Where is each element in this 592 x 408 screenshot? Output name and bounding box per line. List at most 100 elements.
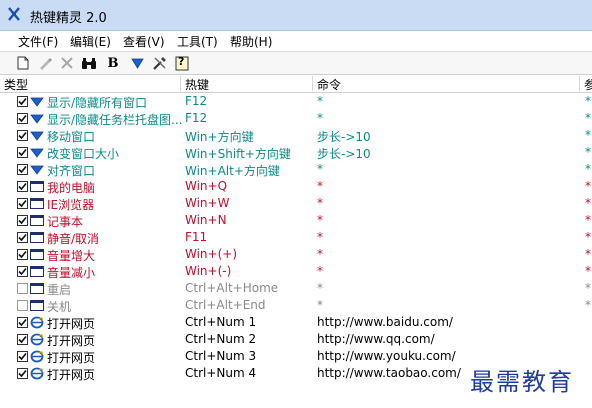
watermark-text: 最需教育 xyxy=(470,368,574,396)
list-item[interactable]: 打开网页 Ctrl+Num 2 http://www.qq.com/ xyxy=(0,331,592,348)
edit-icon xyxy=(40,58,52,70)
list-item[interactable]: 静音/取消 F11 * * xyxy=(0,229,592,246)
list-item[interactable]: 显示/隐藏所有窗口 F12 * * xyxy=(0,93,592,110)
column-header-command[interactable]: 命令 xyxy=(313,76,580,92)
checkmark-icon xyxy=(18,216,27,225)
list-item[interactable]: 记事本 Win+N * * xyxy=(0,212,592,229)
menu-help[interactable]: 帮助(H) xyxy=(228,33,274,50)
checkbox-unchecked[interactable] xyxy=(17,283,28,294)
column-header-extra[interactable]: 参 xyxy=(580,76,592,92)
tools-button[interactable] xyxy=(150,54,168,72)
window-icon xyxy=(30,248,44,261)
list-item-hotkey: Win+方向键 xyxy=(185,130,254,144)
checkbox-checked[interactable] xyxy=(17,181,28,192)
list-item-extra: * xyxy=(585,179,591,193)
checkmark-icon xyxy=(18,250,27,259)
window-icon xyxy=(30,265,44,278)
list-item-extra: * xyxy=(585,162,591,176)
title-bar: 热键精灵 2.0 xyxy=(0,0,592,31)
list-item-name: 静音/取消 xyxy=(47,232,100,246)
list-item-command: * xyxy=(317,179,323,193)
menu-view[interactable]: 查看(V) xyxy=(121,33,167,50)
list-item[interactable]: 我的电脑 Win+Q * * xyxy=(0,178,592,195)
list-item-name: 音量增大 xyxy=(47,249,96,263)
list-item-extra: * xyxy=(585,94,591,108)
blue-down-arrow-icon xyxy=(30,112,44,125)
list-item-hotkey: F12 xyxy=(185,111,208,125)
list-item-hotkey: Win+Shift+方向键 xyxy=(185,147,291,161)
edit-button[interactable] xyxy=(36,54,54,72)
checkbox-checked[interactable] xyxy=(17,351,28,362)
window-title: 热键精灵 2.0 xyxy=(30,11,107,26)
list-item-hotkey: Ctrl+Alt+End xyxy=(185,298,266,312)
window-icon xyxy=(30,231,44,244)
checkmark-icon xyxy=(18,131,27,140)
move-down-button[interactable] xyxy=(128,54,146,72)
list-item[interactable]: 打开网页 Ctrl+Num 1 http://www.baidu.com/ xyxy=(0,314,592,331)
checkbox-checked[interactable] xyxy=(17,164,28,175)
checkbox-checked[interactable] xyxy=(17,96,28,107)
list-item-hotkey: Ctrl+Num 3 xyxy=(185,349,257,363)
menu-tools[interactable]: 工具(T) xyxy=(175,33,220,50)
checkbox-checked[interactable] xyxy=(17,266,28,277)
down-arrow-icon xyxy=(130,58,144,69)
list-item-extra: * xyxy=(585,196,591,210)
list-item[interactable]: 显示/隐藏任务栏托盘图... F12 * * xyxy=(0,110,592,127)
list-item[interactable]: 重启 Ctrl+Alt+Home * * xyxy=(0,280,592,297)
checkmark-icon xyxy=(18,369,27,378)
checkbox-checked[interactable] xyxy=(17,317,28,328)
list-item-name: 打开网页 xyxy=(47,317,96,331)
checkmark-icon xyxy=(18,114,27,123)
list-item-extra: * xyxy=(585,111,591,125)
list-item[interactable]: IE浏览器 Win+W * * xyxy=(0,195,592,212)
window-icon xyxy=(30,299,44,312)
checkmark-icon xyxy=(18,318,27,327)
list-item-name: 打开网页 xyxy=(47,351,96,365)
column-header-hotkey[interactable]: 热键 xyxy=(181,76,313,92)
list-item[interactable]: 改变窗口大小 Win+Shift+方向键 步长->10 * xyxy=(0,144,592,161)
list-item-name: 关机 xyxy=(47,300,72,314)
checkmark-icon xyxy=(18,199,27,208)
checkbox-checked[interactable] xyxy=(17,130,28,141)
list-item-command: * xyxy=(317,298,323,312)
new-button[interactable] xyxy=(14,54,32,72)
find-button[interactable] xyxy=(80,54,98,72)
menu-file[interactable]: 文件(F) xyxy=(16,33,60,50)
ie-icon xyxy=(30,367,44,380)
list-item[interactable]: 移动窗口 Win+方向键 步长->10 * xyxy=(0,127,592,144)
checkbox-checked[interactable] xyxy=(17,249,28,260)
list-item-command: * xyxy=(317,196,323,210)
list-item[interactable]: 音量减小 Win+(-) * * xyxy=(0,263,592,280)
delete-button[interactable] xyxy=(58,54,76,72)
blue-down-arrow-icon xyxy=(30,163,44,176)
bold-button[interactable]: B xyxy=(104,54,122,72)
list-item-name: 记事本 xyxy=(47,215,84,229)
list-item[interactable]: 关机 Ctrl+Alt+End * * xyxy=(0,297,592,314)
list-item-command: * xyxy=(317,94,323,108)
list-item-command: * xyxy=(317,264,323,278)
list-item[interactable]: 对齐窗口 Win+Alt+方向键 * * xyxy=(0,161,592,178)
window-icon xyxy=(30,180,44,193)
list-item-hotkey: F12 xyxy=(185,94,208,108)
blue-down-arrow-icon xyxy=(30,95,44,108)
checkbox-checked[interactable] xyxy=(17,113,28,124)
checkbox-checked[interactable] xyxy=(17,368,28,379)
checkbox-checked[interactable] xyxy=(17,215,28,226)
checkbox-checked[interactable] xyxy=(17,334,28,345)
checkmark-icon xyxy=(18,182,27,191)
checkbox-checked[interactable] xyxy=(17,147,28,158)
checkbox-checked[interactable] xyxy=(17,232,28,243)
list-item[interactable]: 音量增大 Win+(+) * * xyxy=(0,246,592,263)
help-button[interactable]: ? xyxy=(173,54,191,72)
menu-bar: 文件(F) 编辑(E) 查看(V) 工具(T) 帮助(H) xyxy=(0,31,592,52)
checkbox-unchecked[interactable] xyxy=(17,300,28,311)
checkbox-checked[interactable] xyxy=(17,198,28,209)
list-item-command: http://www.baidu.com/ xyxy=(317,315,453,329)
list-item-name: 移动窗口 xyxy=(47,130,96,144)
list-item-command: 步长->10 xyxy=(317,147,371,161)
checkmark-icon xyxy=(18,335,27,344)
list-item-command: * xyxy=(317,281,323,295)
column-header-type[interactable]: 类型 xyxy=(0,76,181,92)
list-item-hotkey: Ctrl+Num 2 xyxy=(185,332,257,346)
menu-edit[interactable]: 编辑(E) xyxy=(68,33,113,50)
